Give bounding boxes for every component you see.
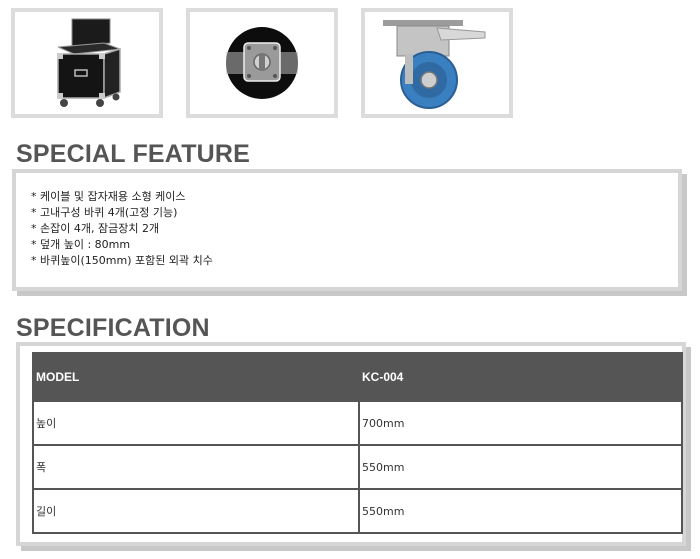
latch-lock-icon [226,27,298,99]
table-row: 높이 700mm [32,400,683,446]
specification-title: SPECIFICATION [16,314,210,342]
feature-item: * 덮개 높이 : 80mm [31,238,131,251]
header-model-label: MODEL [32,352,360,402]
product-thumbnail-latch[interactable] [186,8,338,118]
spec-value-length: 550mm [358,488,683,534]
special-feature-title: SPECIAL FEATURE [16,140,251,168]
header-model-value: KC-004 [358,352,683,402]
feature-item: * 바퀴높이(150mm) 포함된 외곽 치수 [31,254,213,267]
spec-label-height: 높이 [32,400,360,446]
table-row: 길이 550mm [32,488,683,534]
table-header-row: MODEL KC-004 [32,352,683,402]
spec-value-width: 550mm [358,444,683,490]
spec-label-width: 폭 [32,444,360,490]
specification-table: MODEL KC-004 높이 700mm 폭 550mm 길이 550mm [32,352,683,534]
feature-item: * 손잡이 4개, 잠금장치 2개 [31,222,160,235]
table-row: 폭 550mm [32,444,683,490]
special-feature-box: * 케이블 및 잡자재용 소형 케이스 * 고내구성 바퀴 4개(고정 기능) … [12,169,682,291]
product-thumbnail-case[interactable] [11,8,163,118]
specification-box: MODEL KC-004 높이 700mm 폭 550mm 길이 550mm [16,342,686,546]
feature-item: * 케이블 및 잡자재용 소형 케이스 [31,190,186,203]
flight-case-icon [57,18,121,107]
spec-label-length: 길이 [32,488,360,534]
feature-item: * 고내구성 바퀴 4개(고정 기능) [31,206,178,219]
product-thumbnail-caster[interactable] [361,8,513,118]
feature-list: * 케이블 및 잡자재용 소형 케이스 * 고내구성 바퀴 4개(고정 기능) … [16,173,678,269]
caster-wheel-icon [383,20,486,109]
spec-value-height: 700mm [358,400,683,446]
